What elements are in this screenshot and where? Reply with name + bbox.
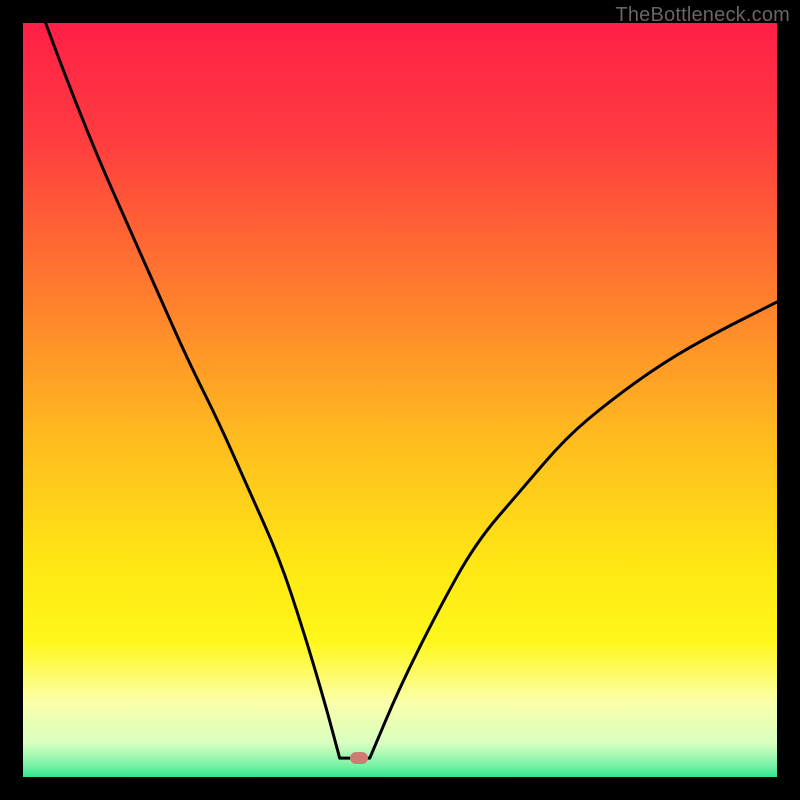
- minimum-marker: [350, 752, 368, 764]
- bottleneck-curve: [46, 23, 777, 758]
- chart-frame: TheBottleneck.com: [0, 0, 800, 800]
- curve-layer: [23, 23, 777, 777]
- plot-area: [23, 23, 777, 777]
